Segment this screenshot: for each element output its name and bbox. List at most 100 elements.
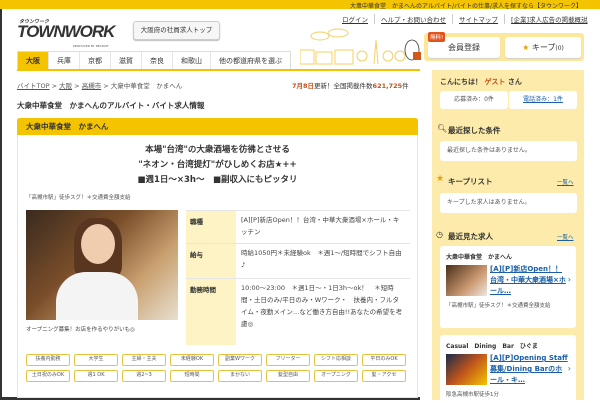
listing-count: 621,725 <box>372 82 403 90</box>
keep-list-title: キープリスト <box>448 177 493 186</box>
breadcrumb-baito-top[interactable]: バイトTOP <box>17 82 50 90</box>
header-links: ログイン ヘルプ・お問い合わせ サイトマップ [企業]求人広告の掲載概説 <box>336 14 594 24</box>
row-value: 10:00～23:00 ＊週1日～・1日3h～ok！ ＊短時間・土日のみ/平日の… <box>241 284 403 328</box>
recent-search-empty: 最近探した条件はありません。 <box>440 141 577 161</box>
job-catchcopy: 本場"台湾"の大衆酒場を彷彿とさせる "ネオン・台湾提灯"がひしめくお店★++ … <box>17 143 418 188</box>
tab-underline <box>17 69 420 71</box>
recent-job-name: Casual Dining Bar ひぐま <box>446 343 538 350</box>
guest-name: ゲスト <box>484 78 506 86</box>
recent-job-thumbnail <box>446 354 487 385</box>
recently-viewed-title: 最近見た求人 <box>448 232 493 241</box>
chevron-right-icon: › <box>567 275 571 284</box>
recent-job-thumbnail <box>446 265 487 296</box>
recently-viewed-more-link[interactable]: 一覧へ <box>557 233 574 241</box>
feature-tag[interactable]: 短時間 <box>170 370 214 382</box>
greeting-suffix: さん <box>507 78 522 86</box>
free-badge: 無料! <box>428 32 446 42</box>
recent-job-access: 「高槻市駅」徒歩スグ！＊交通費全額支給 <box>446 303 551 309</box>
logo-by: PRODUCED BY RECRUIT <box>73 44 109 48</box>
greeting-text: こんにちは！ <box>440 78 482 86</box>
keep-list-more-link[interactable]: 一覧へ <box>557 178 574 186</box>
feature-tag[interactable]: 週2~3 <box>122 370 166 382</box>
row-label: 給与 <box>186 244 236 278</box>
keep-count: (0) <box>555 45 564 52</box>
photo-caption: オープニング募集！お店を作るやりがいも◎ <box>26 327 135 333</box>
feature-tag[interactable]: 主婦・主夫 <box>122 354 166 366</box>
page-title: 大衆中華食堂 かまへんのアルバイト・バイト求人情報 <box>17 101 205 110</box>
keep-label: キープ <box>531 43 556 52</box>
job-access: 「高槻市駅」徒歩スグ！＊交通費全額支給 <box>26 195 131 201</box>
tab-wakayama[interactable]: 和歌山 <box>172 52 210 70</box>
advertise-link[interactable]: [企業]求人広告の掲載概説 <box>504 14 594 24</box>
breadcrumb-current: 大衆中華食堂 かまへん <box>110 82 183 90</box>
star-icon: ★ <box>436 174 445 184</box>
job-details-table: 職種 [A][P]新店Open！！台湾・中華大衆酒場×ホール・キッチン 給与 時給1… <box>186 210 410 345</box>
feature-tag[interactable]: まかない <box>218 370 262 382</box>
catch-line: ■週1日～×3h～ ■副収入にもピッタリ <box>137 175 298 185</box>
logo-brand: TOWNWORK <box>17 22 115 41</box>
row-value: 時給1050円＊未経験ok ＊週1～/短時間でシフト自由♪ <box>241 249 402 269</box>
history-icon: ◷ <box>436 230 443 239</box>
feature-tag[interactable]: 平日のみOK <box>362 354 406 366</box>
tab-other[interactable]: 他の都道府県を選ぶ <box>210 52 290 70</box>
row-value: [A][P]新店Open！！台湾・中華大衆酒場×ホール・キッチン <box>241 216 400 236</box>
recent-job-access: 阪急高槻市駅徒歩1分 <box>446 392 499 398</box>
update-unit: 件 <box>402 82 409 90</box>
tab-nara[interactable]: 奈良 <box>141 52 172 70</box>
search-icon: 🔍︎ <box>437 124 448 133</box>
login-link[interactable]: ログイン <box>336 14 374 24</box>
table-row: 給与 時給1050円＊未経験ok ＊週1～/短時間でシフト自由♪ <box>186 243 410 278</box>
breadcrumb-takatsuki[interactable]: 高槻市 <box>82 82 102 90</box>
feature-tag[interactable]: 副業Wワーク <box>218 354 262 366</box>
chevron-right-icon: › <box>567 364 571 373</box>
feature-tag[interactable]: 扶養内勤務 <box>26 354 70 366</box>
update-info: 7月8日更新！全国掲載件数621,725件 <box>292 80 409 90</box>
catch-line: "ネオン・台湾提灯"がひしめくお店★++ <box>138 160 297 170</box>
recent-job-card[interactable]: 大衆中華食堂 かまへん [A][P]新店Open！！台湾・中華大衆酒場×ホール…… <box>440 246 576 328</box>
job-card-title[interactable]: 大衆中華食堂 かまへん <box>17 118 418 135</box>
table-row: 勤務時間 10:00～23:00 ＊週1日～・1日3h～ok！ ＊短時間・土日のみ… <box>186 278 410 345</box>
job-photo[interactable] <box>26 210 178 320</box>
recent-job-title-link[interactable]: [A][P]Opening Staff募集/Dining Barのホール・キ… <box>490 353 568 386</box>
feature-tag[interactable]: 大学生 <box>74 354 118 366</box>
star-icon: ★ <box>522 43 530 52</box>
feature-tags: 扶養内勤務 大学生 主婦・主夫 未経験OK 副業Wワーク フリーター シフト応相談 平日のみO… <box>26 354 406 382</box>
feature-tag[interactable]: 髪・アクセ <box>362 370 406 382</box>
tab-shiga[interactable]: 滋賀 <box>110 52 141 70</box>
townwork-logo[interactable]: タウンワーク TOWNWORK PRODUCED BY RECRUIT <box>17 16 119 48</box>
sitemap-link[interactable]: サイトマップ <box>452 14 504 24</box>
called-count-link[interactable]: 電話済み：1件 <box>509 91 577 109</box>
feature-tag[interactable]: シフト応相談 <box>314 354 358 366</box>
breadcrumb-osaka[interactable]: 大阪 <box>59 82 72 90</box>
tab-hyogo[interactable]: 兵庫 <box>48 52 79 70</box>
recent-job-card[interactable]: Casual Dining Bar ひぐま [A][P]Opening Staf… <box>440 335 576 405</box>
update-date: 7月8日 <box>292 82 315 90</box>
table-row: 職種 [A][P]新店Open！！台湾・中華大衆酒場×ホール・キッチン <box>186 210 410 243</box>
top-bar: 大衆中華食堂 かまへんのアルバイト/バイトの仕事/求人を探すなら【タウンワーク】 <box>0 0 600 10</box>
greeting: こんにちは！ ゲスト さん <box>440 77 522 87</box>
breadcrumb: バイトTOP > 大阪 > 高槻市 > 大衆中華食堂 かまへん <box>17 82 183 90</box>
row-label: 職種 <box>186 211 236 243</box>
feature-tag[interactable]: 未経験OK <box>170 354 214 366</box>
recent-search-title: 最近探した条件 <box>448 126 501 135</box>
keep-button[interactable]: ★ キープ(0) <box>505 37 581 58</box>
recent-job-title-link[interactable]: [A][P]新店Open！！台湾・中華大衆酒場×ホール… <box>490 264 568 297</box>
town-illustration <box>300 28 421 65</box>
row-label: 勤務時間 <box>186 279 236 345</box>
top-bar-text: 大衆中華食堂 かまへんのアルバイト/バイトの仕事/求人を探すなら【タウンワーク】 <box>350 3 582 10</box>
applied-count: 応募済み：0件 <box>440 91 508 109</box>
catch-line: 本場"台湾"の大衆酒場を彷彿とさせる <box>145 145 290 155</box>
recent-job-name: 大衆中華食堂 かまへん <box>446 254 513 261</box>
tab-kyoto[interactable]: 京都 <box>79 52 110 70</box>
feature-tag[interactable]: フリーター <box>266 354 310 366</box>
feature-tag[interactable]: オープニング <box>314 370 358 382</box>
feature-tag[interactable]: 髪型自由 <box>266 370 310 382</box>
feature-tag[interactable]: 土日祝のみOK <box>26 370 70 382</box>
help-link[interactable]: ヘルプ・お問い合わせ <box>374 14 452 24</box>
keep-list-empty: キープした求人はありません。 <box>440 193 577 213</box>
prefecture-tabs: 大阪 兵庫 京都 滋賀 奈良 和歌山 他の都道府県を選ぶ <box>17 51 291 70</box>
tab-osaka[interactable]: 大阪 <box>18 52 48 70</box>
feature-tag[interactable]: 週1 OK <box>74 370 118 382</box>
osaka-employee-top-button[interactable]: 大阪府の社員求人トップ <box>133 21 220 40</box>
window-border-left <box>0 0 2 400</box>
